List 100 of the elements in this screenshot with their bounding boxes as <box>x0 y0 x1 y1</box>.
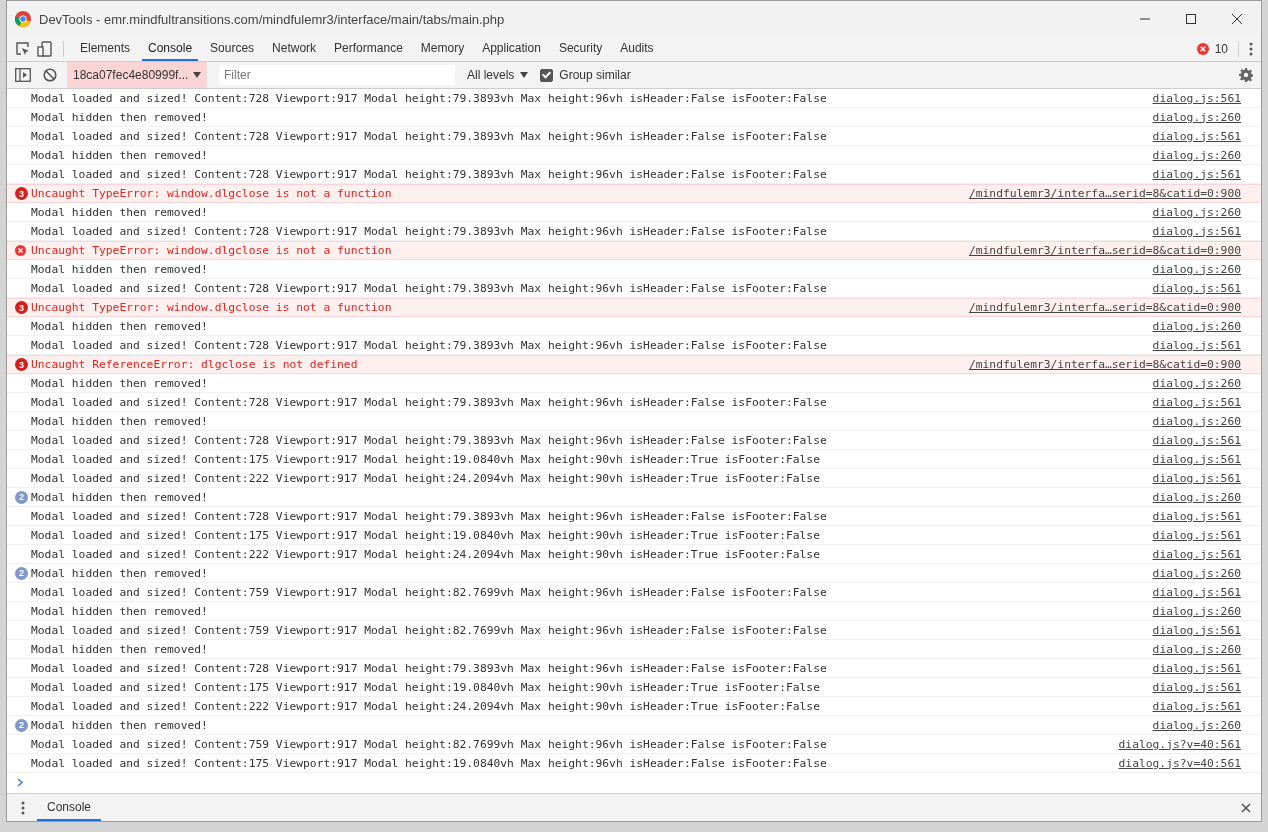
console-message: Modal hidden then removed! <box>31 319 208 333</box>
more-menu-icon[interactable] <box>21 800 25 815</box>
panel-tab[interactable]: Security <box>552 37 609 61</box>
maximize-icon[interactable] <box>1185 13 1197 25</box>
filter-field[interactable]: Filter <box>219 65 455 85</box>
source-link[interactable]: dialog.js:260 <box>1152 642 1241 656</box>
checkbox-label: Group similar <box>559 68 631 82</box>
source-link[interactable]: /mindfulemr3/interfa…serid=8&catid=0:900 <box>968 301 1241 314</box>
panel-tab[interactable]: Sources <box>204 37 261 61</box>
console-message: Modal hidden then removed! <box>31 110 208 124</box>
close-icon[interactable] <box>1231 13 1243 25</box>
source-link[interactable]: dialog.js:260 <box>1152 148 1241 162</box>
panel-tab[interactable]: Performance <box>328 37 409 61</box>
console-message: Modal loaded and sized! Content:728 Viewport:917 Modal height:79.3893vh Max height:96vh isHeader:False isFooter:False <box>31 509 827 523</box>
source-link[interactable]: dialog.js:561 <box>1152 395 1241 409</box>
console-message: Modal loaded and sized! Content:222 Viewport:917 Modal height:24.2094vh Max height:90vh isHeader:True isFooter:False <box>31 699 820 713</box>
console-message: Modal loaded and sized! Content:759 Viewport:917 Modal height:82.7699vh Max height:96vh isHeader:False isFooter:False <box>31 585 827 599</box>
source-link[interactable]: dialog.js:561 <box>1152 680 1241 694</box>
repeat-count-badge: 2 <box>15 566 28 580</box>
source-link[interactable]: dialog.js:561 <box>1152 129 1241 143</box>
console-message: Modal loaded and sized! Content:728 Viewport:917 Modal height:79.3893vh Max height:96vh isHeader:False isFooter:False <box>31 167 827 181</box>
repeat-count-badge: 2 <box>15 490 28 504</box>
source-link[interactable]: /mindfulemr3/interfa…serid=8&catid=0:900 <box>968 187 1241 200</box>
source-link[interactable]: dialog.js:260 <box>1152 490 1241 504</box>
source-link[interactable]: dialog.js:260 <box>1152 376 1241 390</box>
console-message: Modal hidden then removed! <box>31 642 208 656</box>
more-menu-icon[interactable] <box>1249 42 1253 56</box>
source-link[interactable]: dialog.js:260 <box>1152 604 1241 618</box>
window-title: DevTools - emr.mindfultransitions.com/mindfulemr3/interface/main/tabs/main.php <box>39 11 505 27</box>
log-levels-dropdown[interactable]: All levels <box>467 68 529 82</box>
source-link[interactable]: /mindfulemr3/interfa…serid=8&catid=0:900 <box>968 244 1241 257</box>
source-link[interactable]: dialog.js?v=40:561 <box>1118 737 1241 751</box>
source-link[interactable]: dialog.js:561 <box>1152 471 1241 485</box>
source-link[interactable]: dialog.js:561 <box>1152 281 1241 295</box>
source-link[interactable]: dialog.js:561 <box>1152 452 1241 466</box>
drawer-tab[interactable]: Console <box>37 794 102 821</box>
source-link[interactable]: dialog.js:260 <box>1152 262 1241 276</box>
console-message: Modal loaded and sized! Content:759 Viewport:917 Modal height:82.7699vh Max height:96vh isHeader:False isFooter:False <box>31 623 827 637</box>
source-link[interactable]: dialog.js:260 <box>1152 205 1241 219</box>
clear-console-icon[interactable] <box>43 68 57 82</box>
sidebar-toggle-icon[interactable] <box>15 68 31 82</box>
console-message: Modal hidden then removed! <box>31 262 208 276</box>
source-link[interactable]: /mindfulemr3/interfa…serid=8&catid=0:900 <box>968 358 1241 371</box>
console-message: Modal loaded and sized! Content:728 Viewport:917 Modal height:79.3893vh Max height:96vh isHeader:False isFooter:False <box>31 281 827 295</box>
prompt-chevron-icon[interactable] <box>17 777 24 787</box>
source-link[interactable]: dialog.js:561 <box>1152 547 1241 561</box>
context-selector[interactable]: 18ca07fec4e80999f... <box>67 62 207 88</box>
close-icon[interactable] <box>1241 802 1251 813</box>
browser-logo-icon <box>15 11 31 27</box>
source-link[interactable]: dialog.js:561 <box>1152 509 1241 523</box>
panel-tab[interactable]: Network <box>266 37 323 61</box>
settings-icon[interactable] <box>1239 68 1253 82</box>
console-message: Uncaught TypeError: window.dlgclose is not a function <box>31 244 392 257</box>
source-link[interactable]: dialog.js:561 <box>1152 699 1241 713</box>
panel-tab[interactable]: Audits <box>614 37 660 61</box>
source-link[interactable]: dialog.js:561 <box>1152 167 1241 181</box>
repeat-count-badge: 3 <box>15 301 28 314</box>
console-message: Modal loaded and sized! Content:728 Viewport:917 Modal height:79.3893vh Max height:96vh isHeader:False isFooter:False <box>31 395 827 409</box>
panel-tab[interactable]: Application <box>476 37 547 61</box>
source-link[interactable]: dialog.js:561 <box>1152 433 1241 447</box>
console-message: Modal hidden then removed! <box>31 718 208 732</box>
console-message: Modal loaded and sized! Content:728 Viewport:917 Modal height:79.3893vh Max height:96vh isHeader:False isFooter:False <box>31 338 827 352</box>
source-link[interactable]: dialog.js?v=40:561 <box>1118 756 1241 770</box>
console-message: Modal hidden then removed! <box>31 490 208 504</box>
source-link[interactable]: dialog.js:561 <box>1152 224 1241 238</box>
console-message: Uncaught TypeError: window.dlgclose is not a function <box>31 187 392 200</box>
source-link[interactable]: dialog.js:260 <box>1152 718 1241 732</box>
console-message: Modal loaded and sized! Content:728 Viewport:917 Modal height:79.3893vh Max height:96vh isHeader:False isFooter:False <box>31 433 827 447</box>
console-message: Modal loaded and sized! Content:759 Viewport:917 Modal height:82.7699vh Max height:96vh isHeader:False isFooter:False <box>31 737 827 751</box>
source-link[interactable]: dialog.js:260 <box>1152 110 1241 124</box>
console-message: Modal loaded and sized! Content:222 Viewport:917 Modal height:24.2094vh Max height:90vh isHeader:True isFooter:False <box>31 471 820 485</box>
console-message: Modal loaded and sized! Content:175 Viewport:917 Modal height:19.0840vh Max height:90vh isHeader:True isFooter:False <box>31 680 820 694</box>
device-icon[interactable] <box>37 41 53 57</box>
console-message: Modal hidden then removed! <box>31 376 208 390</box>
error-count[interactable]: 10 <box>1214 42 1228 56</box>
source-link[interactable]: dialog.js:561 <box>1152 338 1241 352</box>
source-link[interactable]: dialog.js:561 <box>1152 623 1241 637</box>
panel-tab[interactable]: Memory <box>414 37 471 61</box>
caret-icon <box>193 72 201 78</box>
console-message: Uncaught TypeError: window.dlgclose is not a function <box>31 301 392 314</box>
source-link[interactable]: dialog.js:561 <box>1152 661 1241 675</box>
console-message: Modal loaded and sized! Content:728 Viewport:917 Modal height:79.3893vh Max height:96vh isHeader:False isFooter:False <box>31 224 827 238</box>
source-link[interactable]: dialog.js:260 <box>1152 414 1241 428</box>
error-icon <box>1196 43 1209 55</box>
panel-tab[interactable]: Elements <box>74 37 137 61</box>
source-link[interactable]: dialog.js:561 <box>1152 528 1241 542</box>
group-similar-checkbox[interactable] <box>540 68 554 82</box>
source-link[interactable]: dialog.js:260 <box>1152 319 1241 333</box>
source-link[interactable]: dialog.js:561 <box>1152 91 1241 105</box>
console-message: Modal loaded and sized! Content:728 Viewport:917 Modal height:79.3893vh Max height:96vh isHeader:False isFooter:False <box>31 91 827 105</box>
source-link[interactable]: dialog.js:260 <box>1152 566 1241 580</box>
console-message: Modal hidden then removed! <box>31 566 208 580</box>
console-message: Modal hidden then removed! <box>31 205 208 219</box>
console-message: Modal loaded and sized! Content:175 Viewport:917 Modal height:19.0840vh Max height:96vh isHeader:False isFooter:False <box>31 756 827 770</box>
inspect-icon[interactable] <box>15 41 31 57</box>
console-message: Modal loaded and sized! Content:728 Viewport:917 Modal height:79.3893vh Max height:96vh isHeader:False isFooter:False <box>31 129 827 143</box>
repeat-count-badge: 3 <box>15 187 28 200</box>
source-link[interactable]: dialog.js:561 <box>1152 585 1241 599</box>
console-message: Uncaught ReferenceError: dlgclose is not defined <box>31 358 358 371</box>
console-message: Modal loaded and sized! Content:222 Viewport:917 Modal height:24.2094vh Max height:90vh isHeader:True isFooter:False <box>31 547 820 561</box>
